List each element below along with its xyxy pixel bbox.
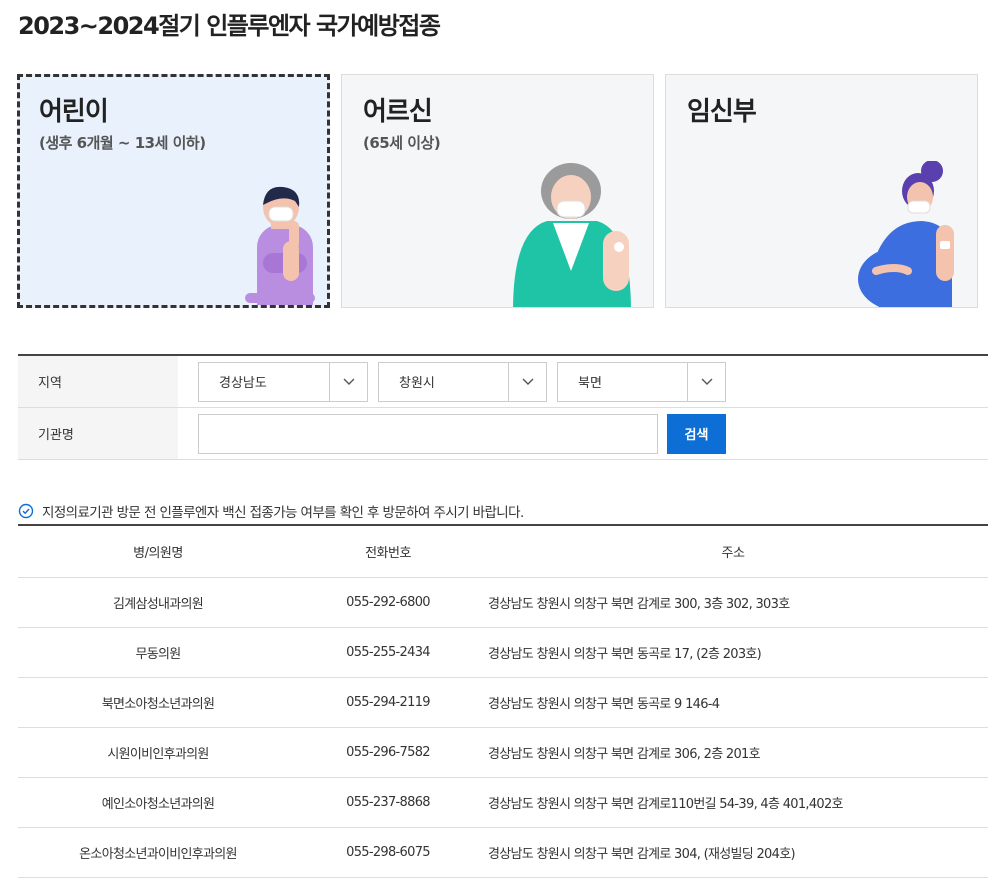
clinic-name: 시원이비인후과의원 xyxy=(18,727,298,778)
clinic-address: 경상남도 창원시 의창구 북면 동곡로 17, (2층 203호) xyxy=(478,627,988,678)
card-child[interactable]: 어린이 (생후 6개월 ~ 13세 이하) xyxy=(17,74,330,308)
results-table: 병/의원명 전화번호 주소 김계삼성내과의원 055-292-6800 경상남도… xyxy=(18,524,988,878)
table-row[interactable]: 김계삼성내과의원 055-292-6800 경상남도 창원시 의창구 북면 감계… xyxy=(18,577,988,628)
clinic-name: 북면소아청소년과의원 xyxy=(18,677,298,728)
clinic-name: 김계삼성내과의원 xyxy=(18,577,298,628)
notice: 지정의료기관 방문 전 인플루엔자 백신 접종가능 여부를 확인 후 방문하여 … xyxy=(18,501,524,521)
header-address: 주소 xyxy=(478,525,988,578)
chevron-down-icon xyxy=(329,362,367,401)
card-child-subtitle: (생후 6개월 ~ 13세 이하) xyxy=(39,134,206,152)
pregnant-illustration xyxy=(858,161,954,307)
card-elderly[interactable]: 어르신 (65세 이상) xyxy=(341,74,654,308)
province-select[interactable]: 경상남도 xyxy=(198,361,368,402)
clinic-phone: 055-292-6800 xyxy=(298,577,478,628)
region-row: 지역 경상남도 창원시 북면 xyxy=(18,356,988,408)
card-pregnant[interactable]: 임신부 xyxy=(665,74,978,308)
header-phone: 전화번호 xyxy=(298,525,478,578)
notice-text: 지정의료기관 방문 전 인플루엔자 백신 접종가능 여부를 확인 후 방문하여 … xyxy=(42,505,524,521)
clinic-name: 예인소아청소년과의원 xyxy=(18,777,298,828)
district-select[interactable]: 북면 xyxy=(557,361,726,402)
clinic-phone: 055-298-6075 xyxy=(298,827,478,878)
card-pregnant-title: 임신부 xyxy=(687,97,757,127)
search-form: 지역 경상남도 창원시 북면 기관명 검색 xyxy=(18,354,988,460)
clinic-address: 경상남도 창원시 의창구 북면 감계로 300, 3층 302, 303호 xyxy=(478,577,988,628)
clinic-address: 경상남도 창원시 의창구 북면 감계로110번길 54-39, 4층 401,4… xyxy=(478,777,988,828)
card-child-title: 어린이 xyxy=(39,97,109,127)
card-elderly-title: 어르신 xyxy=(363,97,433,127)
chevron-down-icon xyxy=(508,362,546,401)
child-illustration xyxy=(245,186,315,305)
table-row[interactable]: 시원이비인후과의원 055-296-7582 경상남도 창원시 의창구 북면 감… xyxy=(18,727,988,778)
clinic-address: 경상남도 창원시 의창구 북면 감계로 306, 2층 201호 xyxy=(478,727,988,778)
clinic-phone: 055-296-7582 xyxy=(298,727,478,778)
table-row[interactable]: 온소아청소년과이비인후과의원 055-298-6075 경상남도 창원시 의창구… xyxy=(18,827,988,878)
chevron-down-icon xyxy=(687,362,725,401)
table-header-row: 병/의원명 전화번호 주소 xyxy=(18,525,988,578)
check-circle-icon xyxy=(18,503,34,519)
table-row[interactable]: 예인소아청소년과의원 055-237-8868 경상남도 창원시 의창구 북면 … xyxy=(18,777,988,828)
header-name: 병/의원명 xyxy=(18,525,298,578)
institution-label: 기관명 xyxy=(18,408,178,459)
institution-row: 기관명 검색 xyxy=(18,408,988,460)
region-field: 경상남도 창원시 북면 xyxy=(178,356,988,407)
table-row[interactable]: 북면소아청소년과의원 055-294-2119 경상남도 창원시 의창구 북면 … xyxy=(18,677,988,728)
clinic-phone: 055-294-2119 xyxy=(298,677,478,728)
table-row[interactable]: 무동의원 055-255-2434 경상남도 창원시 의창구 북면 동곡로 17… xyxy=(18,627,988,678)
clinic-address: 경상남도 창원시 의창구 북면 동곡로 9 146-4 xyxy=(478,677,988,728)
city-value: 창원시 xyxy=(399,376,435,391)
clinic-phone: 055-237-8868 xyxy=(298,777,478,828)
institution-input[interactable] xyxy=(198,413,658,454)
province-value: 경상남도 xyxy=(219,376,267,391)
search-button[interactable]: 검색 xyxy=(667,413,726,454)
clinic-address: 경상남도 창원시 의창구 북면 감계로 304, (재성빌딩 204호) xyxy=(478,827,988,878)
clinic-phone: 055-255-2434 xyxy=(298,627,478,678)
institution-field: 검색 xyxy=(178,408,988,459)
page-title: 2023~2024절기 인플루엔자 국가예방접종 xyxy=(18,12,441,40)
clinic-name: 온소아청소년과이비인후과의원 xyxy=(18,827,298,878)
region-label: 지역 xyxy=(18,356,178,407)
card-elderly-subtitle: (65세 이상) xyxy=(363,134,441,152)
district-value: 북면 xyxy=(578,376,602,391)
elderly-illustration xyxy=(513,163,631,307)
city-select[interactable]: 창원시 xyxy=(378,361,547,402)
clinic-name: 무동의원 xyxy=(18,627,298,678)
